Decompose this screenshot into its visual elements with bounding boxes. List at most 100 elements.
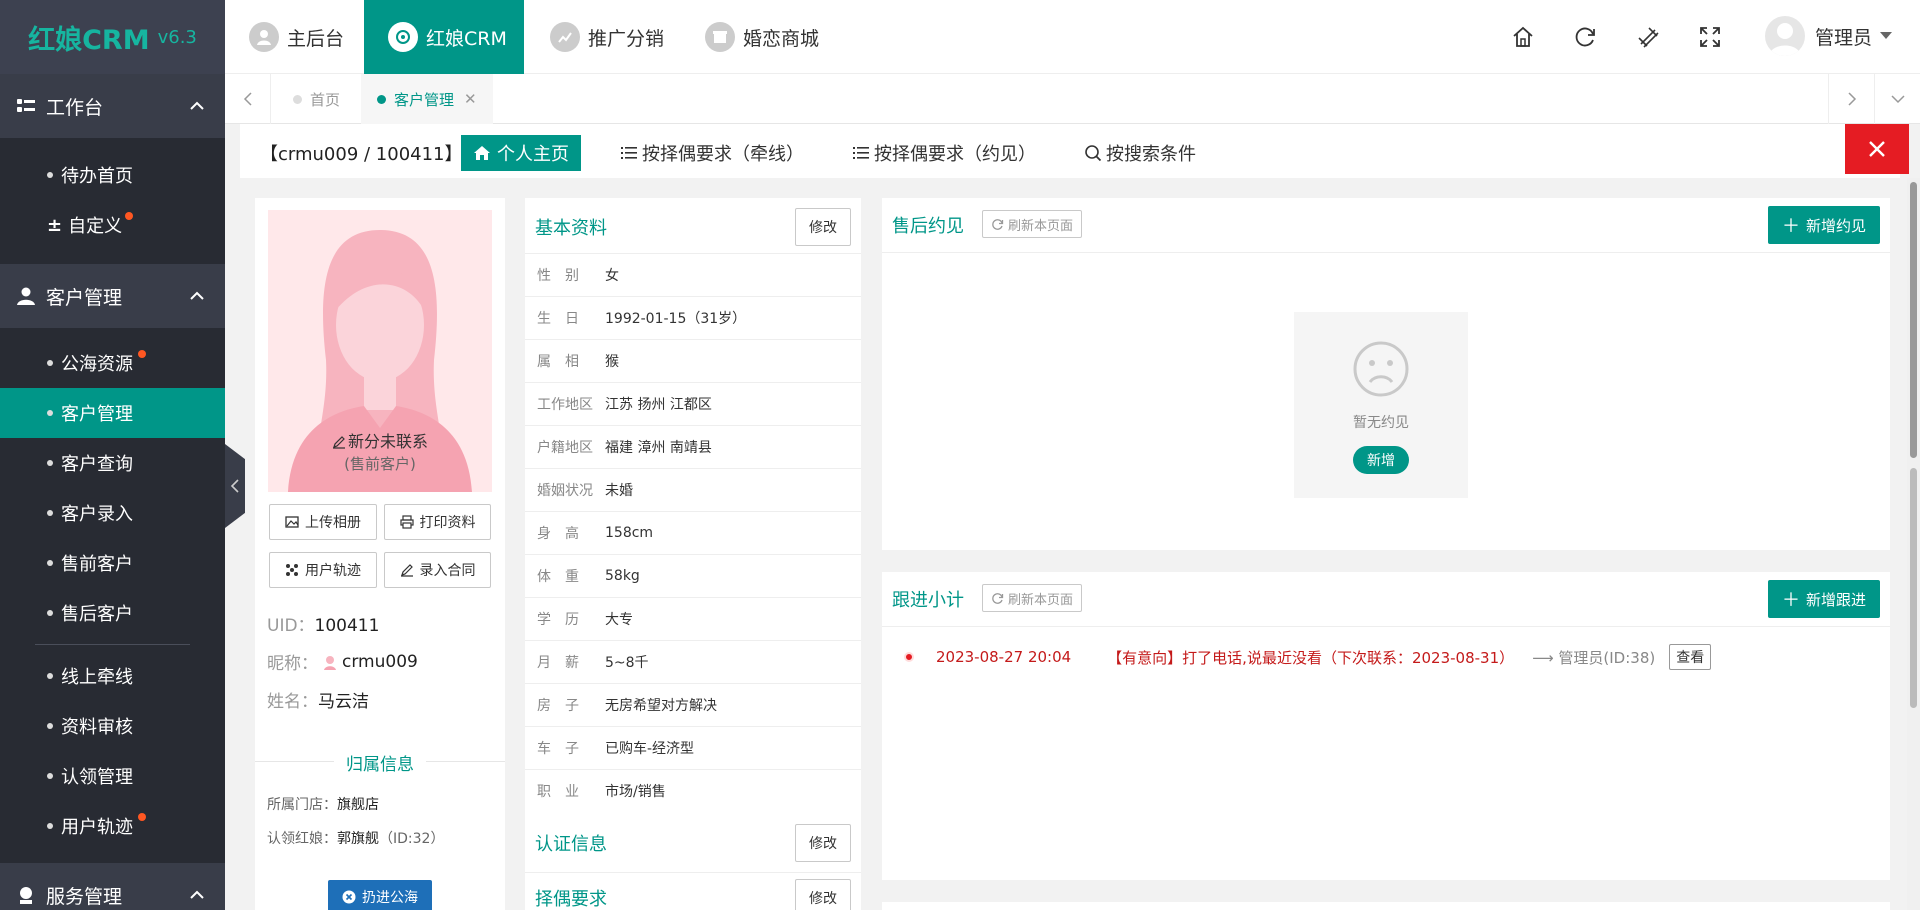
sidebar-item-label: 售前客户 bbox=[61, 554, 133, 575]
next-panel-edge bbox=[882, 902, 1890, 910]
sidebar-item-presale[interactable]: 售前客户 bbox=[0, 538, 225, 588]
fullscreen-icon[interactable] bbox=[1697, 24, 1723, 50]
button-label: 新增跟进 bbox=[1805, 590, 1866, 609]
sidebar-group-customers[interactable]: 客户管理 bbox=[0, 264, 225, 328]
sidebar-item-label: 客户录入 bbox=[61, 504, 133, 525]
main-content: 【crmu009 / 100411】 个人主页 按择偶要求（牵线） 按择偶要求（… bbox=[230, 124, 1900, 910]
sidebar-item-todo[interactable]: 待办首页 bbox=[0, 150, 225, 200]
sidebar-group-label: 客户管理 bbox=[46, 286, 123, 309]
user-icon bbox=[249, 22, 279, 52]
add-contract-button[interactable]: 录入合同 bbox=[384, 552, 491, 588]
info-value: 女 bbox=[605, 268, 619, 284]
matchmaker-value: 郭旗舰 bbox=[337, 831, 379, 847]
tab-customer-management[interactable]: 客户管理 ✕ bbox=[361, 74, 493, 124]
tab-menu-dropdown[interactable] bbox=[1874, 74, 1920, 124]
sidebar-item-customer-entry[interactable]: 客户录入 bbox=[0, 488, 225, 538]
bullet-icon bbox=[47, 823, 53, 829]
record-author: ⟶ 管理员(ID:38) bbox=[1532, 648, 1656, 667]
sidebar-item-user-trace[interactable]: 用户轨迹 bbox=[0, 801, 225, 851]
sidebar-item-label: 待办首页 bbox=[61, 166, 133, 187]
button-label: 扔进公海 bbox=[362, 890, 418, 906]
tab-scroll-right[interactable] bbox=[1828, 74, 1874, 124]
sidebar-group-service[interactable]: 服务管理 bbox=[0, 863, 225, 910]
uid-field: UID：100411 bbox=[267, 611, 379, 636]
timeline-dot bbox=[904, 652, 914, 662]
topnav-mall[interactable]: 婚恋商城 bbox=[705, 0, 819, 74]
tab-search-condition[interactable]: 按搜索条件 bbox=[1084, 135, 1196, 171]
scrollbar-thumb[interactable] bbox=[1910, 182, 1917, 458]
refresh-page-button[interactable]: 刷新本页面 bbox=[982, 584, 1083, 612]
upload-album-button[interactable]: 上传相册 bbox=[269, 504, 377, 540]
tab-meet-by-requirement[interactable]: 按择偶要求（约见） bbox=[852, 135, 1036, 171]
sidebar-item-online-match[interactable]: 线上牵线 bbox=[0, 651, 225, 701]
info-label: 学 历 bbox=[537, 612, 579, 628]
topnav-main-backend[interactable]: 主后台 bbox=[249, 0, 344, 74]
view-record-button[interactable]: 查看 bbox=[1669, 644, 1712, 670]
tab-personal-home[interactable]: 个人主页 bbox=[461, 135, 581, 171]
sidebar-group-workbench[interactable]: 工作台 bbox=[0, 74, 225, 138]
move-to-public-pool-button[interactable]: 扔进公海 bbox=[328, 880, 432, 910]
info-value: 5~8千 bbox=[605, 655, 649, 671]
button-label: 录入合同 bbox=[419, 563, 476, 579]
sidebar-group-label: 服务管理 bbox=[46, 885, 123, 908]
crm-icon bbox=[388, 22, 418, 52]
page-scrollbar[interactable] bbox=[1907, 178, 1920, 910]
close-page-button[interactable] bbox=[1845, 124, 1909, 174]
edit-certification-button[interactable]: 修改 bbox=[795, 824, 851, 862]
aftersale-meeting-panel: 售后约见 刷新本页面 ＋ 新增约见 暂无约见 新增 bbox=[882, 198, 1890, 550]
print-profile-button[interactable]: 打印资料 bbox=[384, 504, 491, 540]
tab-dot bbox=[377, 94, 386, 104]
store-value: 旗舰店 bbox=[337, 797, 379, 813]
info-label: 职 业 bbox=[537, 784, 579, 800]
sidebar-item-label: 客户管理 bbox=[61, 404, 133, 425]
edit-requirement-button[interactable]: 修改 bbox=[795, 879, 851, 910]
nickname-field: 昵称： crmu009 bbox=[267, 649, 418, 675]
plus-minus-icon: ± bbox=[47, 214, 63, 236]
chevron-right-icon bbox=[1847, 92, 1856, 106]
edit-basic-button[interactable]: 修改 bbox=[795, 208, 851, 246]
user-trace-button[interactable]: 用户轨迹 bbox=[269, 552, 377, 588]
add-meeting-button[interactable]: ＋ 新增约见 bbox=[1767, 206, 1880, 244]
home-icon[interactable] bbox=[1510, 24, 1536, 50]
sidebar-item-profile-review[interactable]: 资料审核 bbox=[0, 701, 225, 751]
topnav-crm[interactable]: 红娘CRM bbox=[364, 0, 524, 74]
tab-match-by-requirement[interactable]: 按择偶要求（牵线） bbox=[620, 135, 804, 171]
tab-home[interactable]: 首页 bbox=[277, 74, 356, 124]
sidebar-item-label: 线上牵线 bbox=[61, 667, 133, 688]
sidebar-item-customer-management[interactable]: 客户管理 bbox=[0, 388, 225, 438]
bullet-icon bbox=[47, 460, 53, 466]
close-icon[interactable]: ✕ bbox=[464, 90, 477, 108]
app-logo[interactable]: 红娘CRM v6.3 bbox=[0, 0, 225, 74]
notification-badge bbox=[138, 350, 146, 358]
chevron-up-icon bbox=[190, 890, 204, 899]
info-value: 猴 bbox=[605, 354, 619, 370]
refresh-icon[interactable] bbox=[1572, 24, 1598, 50]
clear-cache-icon[interactable] bbox=[1635, 24, 1661, 50]
topnav-promotion[interactable]: 推广分销 bbox=[550, 0, 664, 74]
bullet-icon bbox=[47, 673, 53, 679]
subnav-label: 个人主页 bbox=[497, 144, 569, 165]
info-row: 车 子 已购车-经济型 bbox=[525, 726, 861, 769]
bullet-icon bbox=[47, 560, 53, 566]
topnav-label: 婚恋商城 bbox=[743, 27, 820, 50]
contact-status[interactable]: 新分未联系 bbox=[255, 428, 505, 452]
add-follow-up-button[interactable]: ＋ 新增跟进 bbox=[1767, 580, 1880, 618]
edit-icon bbox=[400, 564, 413, 577]
tab-scroll-left[interactable] bbox=[225, 74, 271, 124]
admin-name: 管理员 bbox=[1815, 26, 1873, 49]
subnav-label: 按搜索条件 bbox=[1106, 144, 1196, 165]
admin-menu[interactable]: 管理员 bbox=[1765, 16, 1893, 56]
matchmaker-id: （ID:32） bbox=[379, 831, 445, 847]
sidebar-item-custom[interactable]: ± 自定义 bbox=[0, 200, 225, 250]
sidebar-item-aftersale[interactable]: 售后客户 bbox=[0, 588, 225, 638]
add-meeting-empty-button[interactable]: 新增 bbox=[1353, 446, 1409, 474]
sidebar-item-label: 认领管理 bbox=[61, 767, 133, 788]
info-value: 大专 bbox=[605, 612, 633, 628]
field-label: 昵称： bbox=[267, 654, 318, 674]
sidebar-item-public-pool[interactable]: 公海资源 bbox=[0, 338, 225, 388]
info-label: 户籍地区 bbox=[537, 440, 593, 456]
refresh-page-button[interactable]: 刷新本页面 bbox=[982, 210, 1083, 238]
section-title: 择偶要求 bbox=[535, 889, 607, 910]
sidebar-item-claim[interactable]: 认领管理 bbox=[0, 751, 225, 801]
sidebar-item-customer-query[interactable]: 客户查询 bbox=[0, 438, 225, 488]
